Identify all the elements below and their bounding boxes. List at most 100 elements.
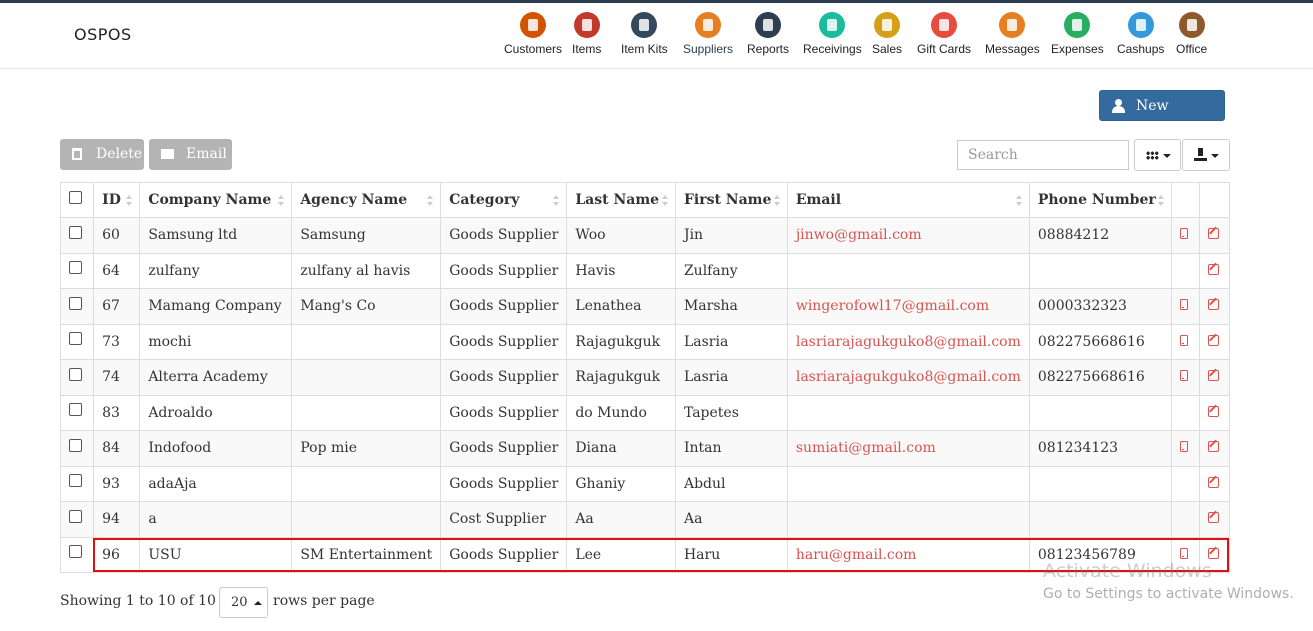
envelope-icon — [161, 149, 174, 159]
cell-text: Intan — [683, 440, 722, 457]
edit-icon[interactable] — [1207, 370, 1219, 382]
email-cell: jinwo@gmail.com — [786, 217, 1030, 254]
mobile-phone-icon[interactable] — [1179, 441, 1188, 453]
cell-text: 081234123 — [1037, 440, 1119, 457]
column-header-email[interactable]: Email — [786, 182, 1030, 218]
navbar: OSPOS Customers Items Item Kits Suppliers Re… — [0, 3, 1313, 69]
row-select-cell — [59, 217, 95, 254]
email-cell — [786, 465, 1030, 502]
select-all-cell — [59, 182, 95, 218]
edit-icon[interactable] — [1207, 547, 1219, 559]
edit-icon[interactable] — [1207, 476, 1219, 488]
row-checkbox[interactable] — [69, 296, 82, 310]
last-name-cell: Lee — [566, 536, 676, 573]
edit-cell — [1198, 217, 1231, 254]
table-row: 74 Alterra Academy Goods Supplier Rajagukgu… — [59, 359, 1231, 396]
column-header-agency-name[interactable]: Agency Name — [291, 182, 442, 218]
column-header-phone-number[interactable]: Phone Number — [1028, 182, 1172, 218]
nav-item-gift-cards[interactable]: Gift Cards — [917, 12, 971, 62]
edit-icon[interactable] — [1207, 512, 1219, 524]
first-name-cell: Marsha — [674, 288, 788, 325]
nav-item-cashups[interactable]: Cashups — [1117, 12, 1164, 62]
row-checkbox[interactable] — [69, 261, 82, 275]
edit-icon[interactable] — [1207, 441, 1219, 453]
page-size-select[interactable]: 20 — [219, 587, 268, 618]
row-checkbox[interactable] — [69, 332, 82, 346]
edit-icon[interactable] — [1207, 334, 1219, 346]
email-cell: sumiati@gmail.com — [786, 430, 1030, 467]
phone-cell: 082275668616 — [1028, 323, 1172, 360]
agency-name-cell — [291, 465, 442, 502]
row-checkbox[interactable] — [69, 509, 82, 523]
row-checkbox[interactable] — [69, 225, 82, 239]
cell-text: Marsha — [683, 298, 738, 315]
nav-label: Reports — [747, 42, 790, 56]
nav-item-messages[interactable]: Messages — [985, 12, 1040, 62]
reports-icon — [755, 12, 782, 38]
row-checkbox[interactable] — [69, 403, 82, 417]
category-cell: Goods Supplier — [440, 288, 568, 325]
rows-per-page-label: rows per page — [273, 593, 375, 609]
nav-item-office[interactable]: Office — [1176, 12, 1207, 62]
email-link[interactable]: sumiati@gmail.com — [796, 440, 936, 456]
edit-icon[interactable] — [1207, 228, 1219, 240]
mobile-phone-icon[interactable] — [1179, 228, 1188, 240]
cell-text: Adroaldo — [148, 404, 213, 421]
mobile-phone-icon[interactable] — [1179, 547, 1188, 559]
cell-text: Havis — [575, 262, 616, 279]
cell-text: Goods Supplier — [449, 262, 559, 279]
email-button[interactable]: Email — [149, 139, 232, 170]
row-checkbox[interactable] — [69, 474, 82, 488]
cell-text: USU — [148, 546, 182, 563]
columns-toggle-button[interactable] — [1134, 139, 1181, 171]
column-header-sms — [1170, 182, 1200, 218]
edit-icon[interactable] — [1207, 263, 1219, 275]
nav-item-item-kits[interactable]: Item Kits — [621, 12, 668, 62]
new-supplier-button[interactable]: New Supplier — [1099, 90, 1225, 145]
sms-cell — [1170, 465, 1200, 502]
column-header-company-name[interactable]: Company Name — [139, 182, 293, 218]
search-input[interactable] — [957, 140, 1129, 170]
id-cell: 83 — [93, 394, 141, 431]
export-button[interactable] — [1182, 139, 1230, 171]
column-header-category[interactable]: Category — [440, 182, 568, 218]
id-cell: 74 — [93, 359, 141, 396]
nav-item-sales[interactable]: Sales — [872, 12, 902, 62]
select-all-checkbox[interactable] — [69, 190, 82, 204]
email-link[interactable]: wingerofowl17@gmail.com — [796, 298, 989, 314]
email-link[interactable]: jinwo@gmail.com — [796, 227, 922, 243]
email-link[interactable]: lasriarajagukguko8@gmail.com — [796, 369, 1021, 385]
trash-icon — [72, 148, 82, 160]
column-header-id[interactable]: ID — [93, 182, 141, 218]
column-header-last-name[interactable]: Last Name — [566, 182, 676, 218]
cell-text: 84 — [102, 440, 120, 457]
category-cell: Goods Supplier — [440, 536, 568, 573]
cell-text: Goods Supplier — [449, 227, 559, 244]
row-checkbox[interactable] — [69, 438, 82, 452]
delete-label: Delete — [96, 146, 143, 162]
column-header-first-name[interactable]: First Name — [674, 182, 788, 218]
nav-item-customers[interactable]: Customers — [504, 12, 562, 62]
edit-icon[interactable] — [1207, 299, 1219, 311]
nav-item-reports[interactable]: Reports — [747, 12, 789, 62]
row-checkbox[interactable] — [69, 367, 82, 381]
cell-text: Rajagukguk — [575, 369, 661, 386]
nav-item-suppliers[interactable]: Suppliers — [683, 12, 733, 62]
cell-text: Pop mie — [300, 440, 358, 457]
sms-cell — [1170, 323, 1200, 360]
mobile-phone-icon[interactable] — [1179, 334, 1188, 346]
row-select-cell — [59, 288, 95, 325]
nav-item-receivings[interactable]: Receivings — [803, 12, 862, 62]
email-cell: lasriarajagukguko8@gmail.com — [786, 323, 1030, 360]
email-link[interactable]: haru@gmail.com — [796, 547, 917, 563]
nav-item-items[interactable]: Items — [572, 12, 601, 62]
mobile-phone-icon[interactable] — [1179, 370, 1188, 382]
brand-logo[interactable]: OSPOS — [74, 25, 132, 44]
row-checkbox[interactable] — [69, 545, 82, 559]
delete-button[interactable]: Delete — [60, 139, 144, 170]
nav-item-expenses[interactable]: Expenses — [1051, 12, 1104, 62]
edit-icon[interactable] — [1207, 405, 1219, 417]
mobile-phone-icon[interactable] — [1179, 299, 1188, 311]
email-link[interactable]: lasriarajagukguko8@gmail.com — [796, 334, 1021, 350]
company-name-cell: Samsung ltd — [139, 217, 293, 254]
